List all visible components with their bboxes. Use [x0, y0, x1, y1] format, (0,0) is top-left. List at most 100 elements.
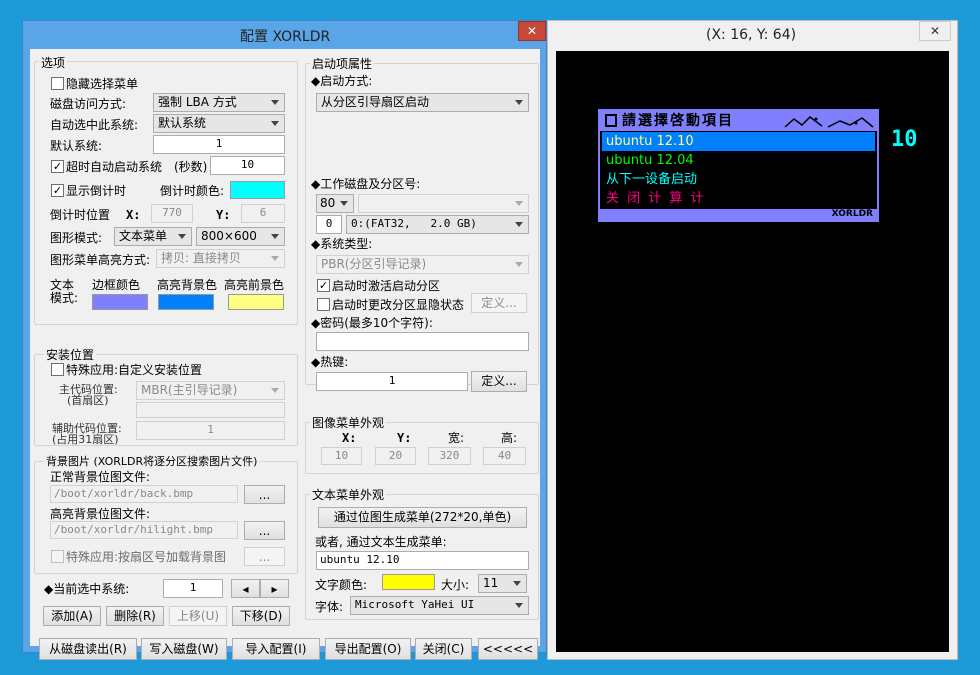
main-code-select[interactable]: MBR(主引导记录)	[136, 381, 285, 400]
or-text-label: 或者, 通过文本生成菜单:	[315, 535, 447, 549]
move-down-button[interactable]: 下移(D)	[232, 606, 290, 626]
preview-screen: 請選擇啓動項目 ubuntu 12.10 ubuntu 12.04 从下一设备启…	[556, 51, 949, 652]
activate-partition-label: 启动时激活启动分区	[332, 279, 441, 293]
current-system-label: ◆当前选中系统:	[44, 582, 130, 596]
menu-title-decoration	[784, 116, 874, 128]
systype-label: ◆系统类型:	[311, 237, 373, 251]
countdown-x-label: X:	[126, 208, 141, 222]
close-button[interactable]: ✕	[518, 21, 546, 41]
auto-select-label: 自动选中此系统:	[50, 118, 139, 132]
hl-fg-swatch[interactable]	[228, 294, 284, 310]
image-h-input[interactable]: 40	[483, 447, 526, 465]
disk-access-select[interactable]: 强制 LBA 方式	[153, 93, 285, 112]
partition-define-button[interactable]: 定义...	[471, 293, 527, 313]
image-x-label: X:	[342, 431, 357, 445]
delete-button[interactable]: 删除(R)	[106, 606, 164, 626]
highlight-bg-browse-button[interactable]: ...	[244, 521, 285, 540]
countdown-color-swatch[interactable]	[230, 181, 285, 199]
resolution-select[interactable]: 800×600	[196, 227, 285, 246]
config-window-title: 配置 XORLDR	[240, 29, 331, 45]
partition-select[interactable]: 0:(FAT32, 2.0 GB)	[346, 215, 529, 234]
sector-bg-browse-button[interactable]: ...	[244, 547, 285, 566]
default-system-input[interactable]: 1	[153, 135, 285, 154]
hide-menu-label: 隐藏选择菜单	[66, 77, 139, 91]
default-system-label: 默认系统:	[50, 139, 103, 153]
menu-item-2[interactable]: ubuntu 12.04	[606, 152, 694, 169]
options-legend: 选项	[39, 54, 68, 71]
menu-title-icon	[605, 114, 617, 127]
hl-fg-label: 高亮前景色	[224, 278, 285, 292]
hide-partition-checkbox[interactable]	[317, 298, 330, 311]
install-special-checkbox[interactable]	[51, 363, 64, 376]
image-x-input[interactable]: 10	[321, 447, 362, 465]
current-system-input[interactable]: 1	[163, 579, 223, 598]
image-w-input[interactable]: 320	[428, 447, 471, 465]
normal-bg-browse-button[interactable]: ...	[244, 485, 285, 504]
hide-partition-label: 启动时更改分区显隐状态	[332, 298, 465, 312]
import-config-button[interactable]: 导入配置(I)	[232, 638, 320, 660]
menu-item-4[interactable]: 关 闭 计 算 计	[606, 190, 706, 207]
highlight-bg-label: 高亮背景位图文件:	[50, 507, 151, 521]
font-size-select[interactable]: 11	[478, 574, 527, 593]
countdown-y-input[interactable]: 6	[241, 204, 285, 223]
highlight-bg-input[interactable]: /boot/xorldr/hilight.bmp	[50, 521, 238, 539]
move-up-button[interactable]: 上移(U)	[169, 606, 227, 626]
prev-system-button[interactable]: ◂	[231, 579, 260, 598]
activate-partition-checkbox[interactable]: ✓	[317, 279, 330, 292]
export-config-button[interactable]: 导出配置(O)	[325, 638, 411, 660]
sector-bg-checkbox[interactable]	[51, 550, 64, 563]
password-input[interactable]	[316, 332, 529, 351]
show-countdown-checkbox[interactable]: ✓	[51, 184, 64, 197]
text-color-label: 文字颜色:	[315, 578, 368, 592]
config-client: 选项 隐藏选择菜单 磁盘访问方式: 强制 LBA 方式 自动选中此系统: 默认系…	[30, 49, 540, 660]
image-w-label: 宽:	[448, 431, 465, 445]
menu-item-3[interactable]: 从下一设备启动	[606, 171, 697, 188]
graphic-mode-select[interactable]: 文本菜单	[114, 227, 192, 246]
menu-text-input[interactable]: ubuntu 12.10	[316, 551, 529, 570]
text-color-swatch[interactable]	[382, 574, 435, 590]
main-code-label-2: (首扇区)	[67, 394, 109, 407]
border-color-swatch[interactable]	[92, 294, 148, 310]
hotkey-define-button[interactable]: 定义...	[471, 371, 527, 392]
seconds-input[interactable]: 10	[210, 156, 285, 175]
countdown-x-input[interactable]: 770	[151, 204, 193, 223]
countdown-pos-label: 倒计时位置	[50, 208, 111, 222]
auto-select-select[interactable]: 默认系统	[153, 114, 285, 133]
image-y-input[interactable]: 20	[375, 447, 416, 465]
boot-menu-titlebar: 請選擇啓動項目	[600, 111, 877, 131]
hl-bg-label: 高亮背景色	[157, 278, 218, 292]
seconds-label: (秒数)	[174, 160, 208, 174]
add-button[interactable]: 添加(A)	[43, 606, 101, 626]
preview-close-button[interactable]: ✕	[919, 21, 951, 41]
boot-method-select[interactable]: 从分区引导扇区启动	[316, 93, 529, 112]
normal-bg-input[interactable]: /boot/xorldr/back.bmp	[50, 485, 238, 503]
aux-code-input[interactable]: 1	[136, 421, 285, 440]
partition-number-input[interactable]: 0	[316, 215, 342, 234]
font-select[interactable]: Microsoft YaHei UI	[350, 596, 529, 615]
font-label: 字体:	[315, 600, 344, 614]
hide-menu-checkbox[interactable]	[51, 77, 64, 90]
hotkey-input[interactable]: 1	[316, 372, 468, 391]
collapse-preview-button[interactable]: <<<<<	[478, 638, 538, 660]
timeout-checkbox[interactable]: ✓	[51, 160, 64, 173]
systype-select[interactable]: PBR(分区引导记录)	[316, 255, 529, 274]
next-system-button[interactable]: ▸	[260, 579, 289, 598]
hl-bg-swatch[interactable]	[158, 294, 214, 310]
font-size-label: 大小:	[441, 578, 470, 592]
menu-item-1[interactable]: ubuntu 12.10	[606, 133, 694, 150]
disk-select[interactable]: 80	[316, 194, 354, 213]
highlight-mode-select[interactable]: 拷贝: 直接拷贝	[156, 249, 285, 268]
background-legend: 背景图片 (XORLDR将逐分区搜索图片文件)	[44, 453, 260, 469]
read-disk-button[interactable]: 从磁盘读出(R)	[39, 638, 137, 660]
write-disk-button[interactable]: 写入磁盘(W)	[141, 638, 227, 660]
countdown-y-label: Y:	[216, 208, 231, 222]
generate-bitmap-button[interactable]: 通过位图生成菜单(272*20,单色)	[318, 507, 527, 528]
install-legend: 安装位置	[44, 346, 97, 363]
close-config-button[interactable]: 关闭(C)	[415, 638, 472, 660]
boot-method-label: ◆启动方式:	[311, 74, 373, 88]
install-special-label: 特殊应用:自定义安装位置	[66, 363, 203, 377]
image-menu-legend: 图像菜单外观	[310, 414, 387, 431]
hotkey-label: ◆热键:	[311, 355, 349, 369]
text-menu-legend: 文本菜单外观	[310, 486, 387, 503]
disk-extra-select	[358, 194, 529, 213]
